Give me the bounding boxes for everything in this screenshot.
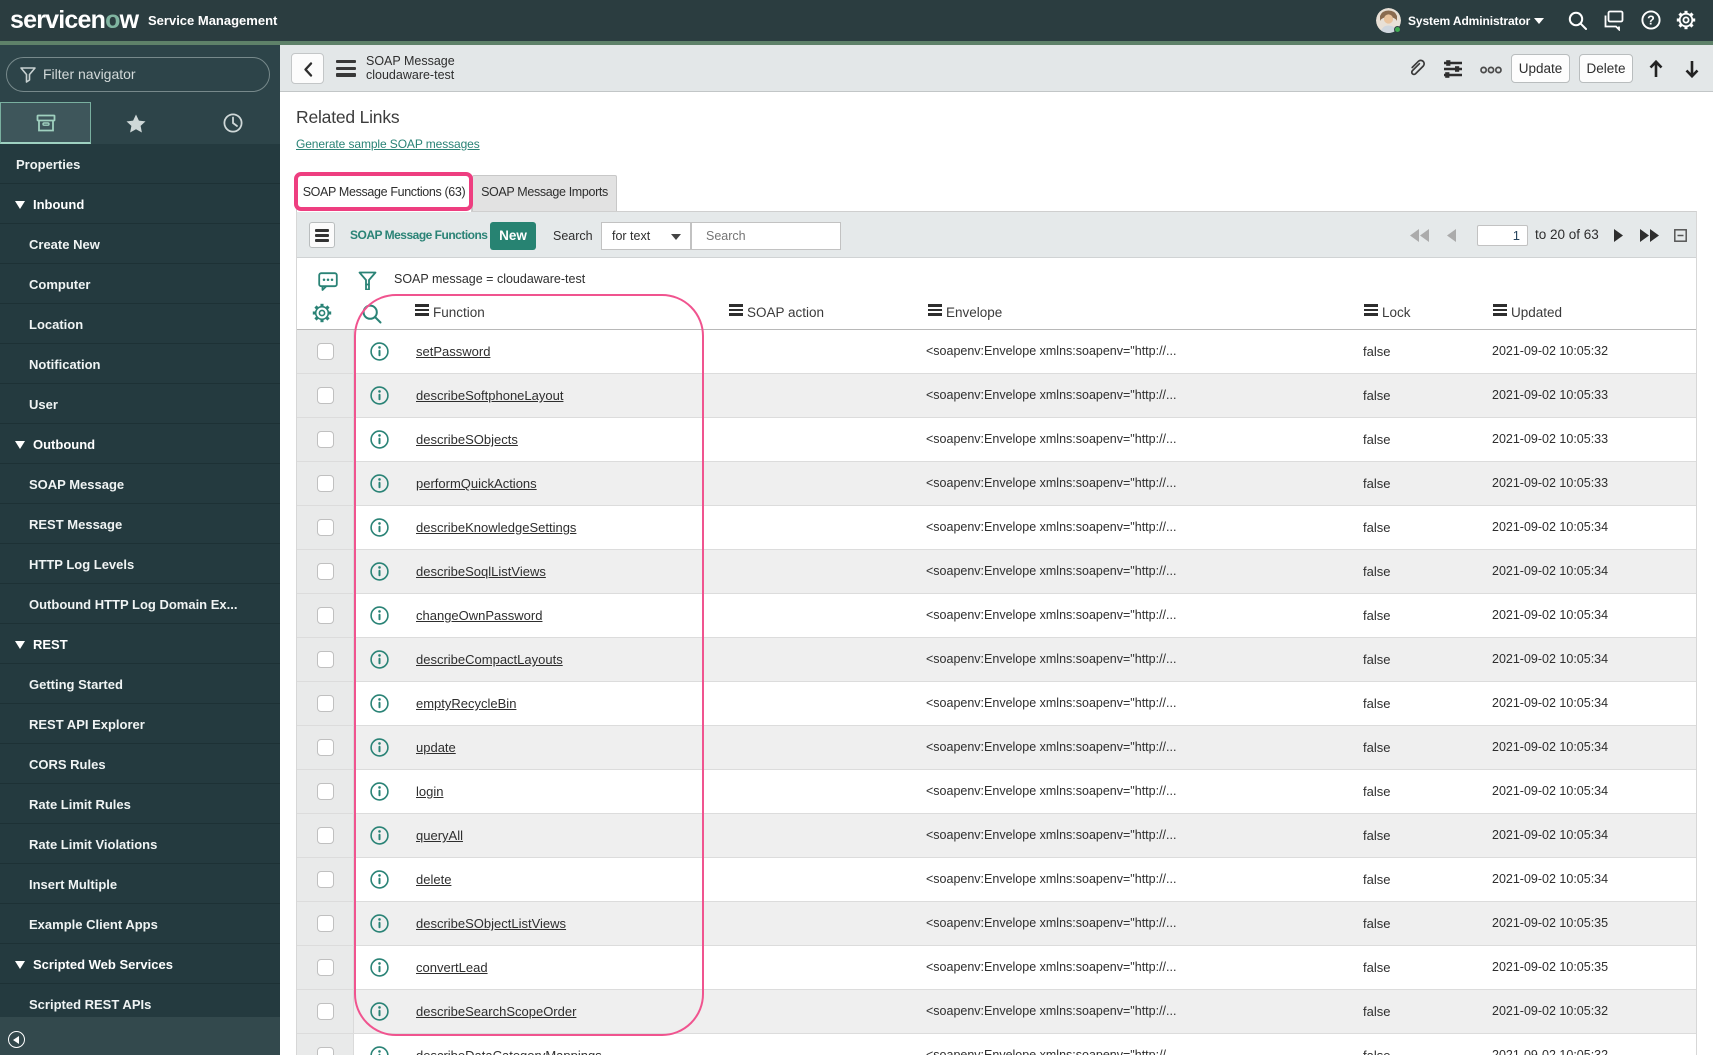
svg-text:?: ? bbox=[1647, 13, 1655, 27]
